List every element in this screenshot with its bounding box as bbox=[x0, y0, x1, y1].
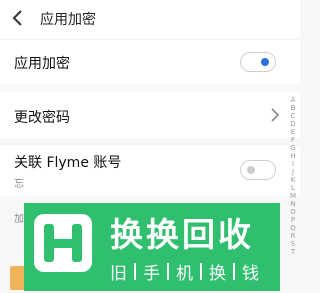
alpha-index-letter[interactable]: B bbox=[291, 104, 296, 112]
alpha-index-letter[interactable]: G bbox=[290, 144, 295, 152]
alpha-index-letter[interactable]: P bbox=[291, 216, 295, 224]
change-password-row[interactable]: 更改密码 bbox=[0, 92, 300, 138]
toggle-knob bbox=[261, 58, 269, 66]
page-title: 应用加密 bbox=[40, 12, 96, 28]
watermark-title: 换换回收 bbox=[110, 215, 254, 254]
alpha-index-letter[interactable]: O bbox=[290, 208, 296, 216]
app-lock-toggle[interactable] bbox=[240, 52, 276, 72]
subtitle-char: 钱 bbox=[242, 264, 259, 284]
alpha-index-letter[interactable]: Q bbox=[290, 224, 296, 232]
link-flyme-subtext: 忘 bbox=[14, 179, 24, 190]
chevron-right-icon bbox=[271, 108, 280, 122]
alpha-index-letter[interactable]: F bbox=[291, 136, 295, 144]
alpha-index-letter[interactable]: S bbox=[291, 240, 295, 248]
alpha-index-letter[interactable]: L bbox=[291, 184, 295, 192]
alpha-index-letter[interactable]: J bbox=[292, 168, 294, 176]
alpha-index-letter[interactable]: E bbox=[291, 128, 295, 136]
change-password-label: 更改密码 bbox=[14, 110, 70, 126]
subtitle-char: 旧 bbox=[110, 264, 127, 284]
divider bbox=[200, 263, 202, 280]
header-bar: 应用加密 bbox=[0, 0, 300, 38]
link-flyme-row[interactable]: 关联 Flyme 账号 忘 bbox=[0, 146, 300, 196]
alpha-index-letter[interactable]: N bbox=[290, 200, 295, 208]
alpha-index-letter[interactable]: H bbox=[290, 152, 295, 160]
alpha-index-letter[interactable]: A bbox=[291, 96, 296, 104]
logo-mark-icon bbox=[44, 224, 82, 262]
link-flyme-label: 关联 Flyme 账号 bbox=[14, 155, 122, 171]
alpha-index-letter[interactable]: I bbox=[292, 160, 294, 168]
alphabet-index[interactable]: ABCDEFGHIJKLMNOPQRST bbox=[288, 96, 298, 256]
alpha-index-letter[interactable]: C bbox=[291, 112, 296, 120]
app-lock-row[interactable]: 应用加密 bbox=[0, 40, 300, 84]
divider bbox=[167, 263, 169, 280]
alpha-index-letter[interactable]: T bbox=[291, 248, 295, 256]
toggle-knob bbox=[247, 166, 255, 174]
subtitle-char: 机 bbox=[176, 264, 193, 284]
divider bbox=[134, 263, 136, 280]
alpha-index-letter[interactable]: D bbox=[290, 120, 295, 128]
watermark-banner: 换换回收 旧 手 机 换 钱 bbox=[24, 203, 280, 291]
app-lock-label: 应用加密 bbox=[14, 56, 70, 72]
subtitle-char: 手 bbox=[143, 264, 160, 284]
alpha-index-letter[interactable]: K bbox=[291, 176, 296, 184]
link-flyme-toggle[interactable] bbox=[240, 160, 276, 180]
divider bbox=[233, 263, 235, 280]
alpha-index-letter[interactable]: R bbox=[291, 232, 296, 240]
watermark-subtitle: 旧 手 机 换 钱 bbox=[110, 259, 259, 284]
alpha-index-letter[interactable]: M bbox=[290, 192, 296, 200]
watermark-logo bbox=[34, 214, 92, 272]
section-header: 加 bbox=[14, 214, 24, 225]
subtitle-char: 换 bbox=[209, 264, 226, 284]
back-arrow-icon[interactable] bbox=[11, 9, 25, 27]
